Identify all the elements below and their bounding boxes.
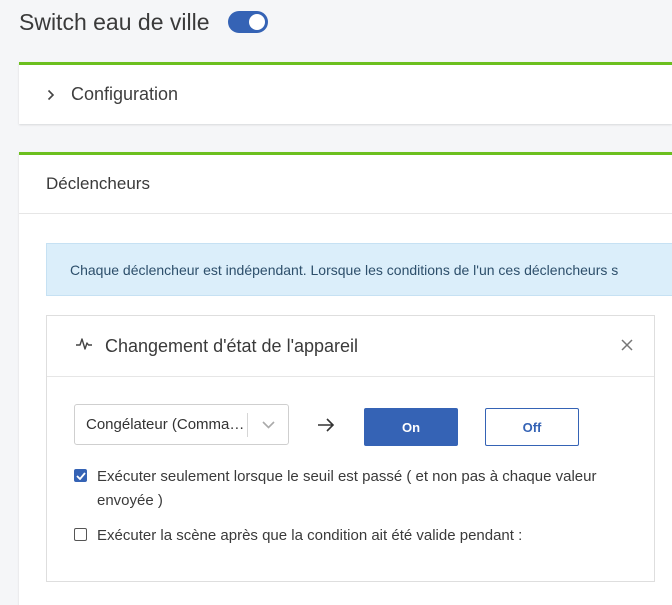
- threshold-label: Exécuter seulement lorsque le seuil est …: [97, 468, 597, 509]
- device-select[interactable]: Congélateur (Commande): [74, 404, 289, 445]
- on-button[interactable]: On: [364, 408, 458, 446]
- trigger-card-title: Changement d'état de l'appareil: [105, 335, 359, 356]
- duration-label: Exécuter la scène après que la condition…: [97, 527, 523, 544]
- duration-checkbox[interactable]: [74, 528, 87, 541]
- configuration-header[interactable]: Configuration: [19, 65, 672, 124]
- triggers-title: Déclencheurs: [46, 174, 150, 193]
- duration-option: Exécuter la scène après que la condition…: [74, 524, 614, 548]
- info-text: Chaque déclencheur est indépendant. Lors…: [70, 261, 619, 278]
- threshold-checkbox[interactable]: [74, 469, 87, 482]
- triggers-panel: Déclencheurs Chaque déclencheur est indé…: [19, 152, 672, 605]
- trigger-card-header: Changement d'état de l'appareil: [47, 316, 654, 377]
- trigger-card: Changement d'état de l'appareil Congélat…: [46, 315, 655, 582]
- configuration-panel: Configuration: [19, 62, 672, 124]
- triggers-header: Déclencheurs: [19, 155, 672, 214]
- toggle-knob: [248, 14, 265, 30]
- device-select-value: Congélateur (Commande): [86, 416, 247, 433]
- page-title: Switch eau de ville: [19, 8, 210, 35]
- configuration-label: Configuration: [71, 84, 179, 104]
- off-button[interactable]: Off: [485, 408, 579, 446]
- activity-icon: [75, 337, 93, 356]
- threshold-option: Exécuter seulement lorsque le seuil est …: [74, 465, 614, 513]
- info-alert: Chaque déclencheur est indépendant. Lors…: [46, 243, 672, 296]
- chevron-down-icon[interactable]: [248, 420, 288, 429]
- chevron-right-icon: [47, 88, 57, 102]
- page-header: Switch eau de ville: [19, 4, 268, 40]
- scene-toggle[interactable]: [227, 11, 268, 33]
- arrow-right-icon: [317, 417, 335, 433]
- close-icon[interactable]: [620, 338, 634, 352]
